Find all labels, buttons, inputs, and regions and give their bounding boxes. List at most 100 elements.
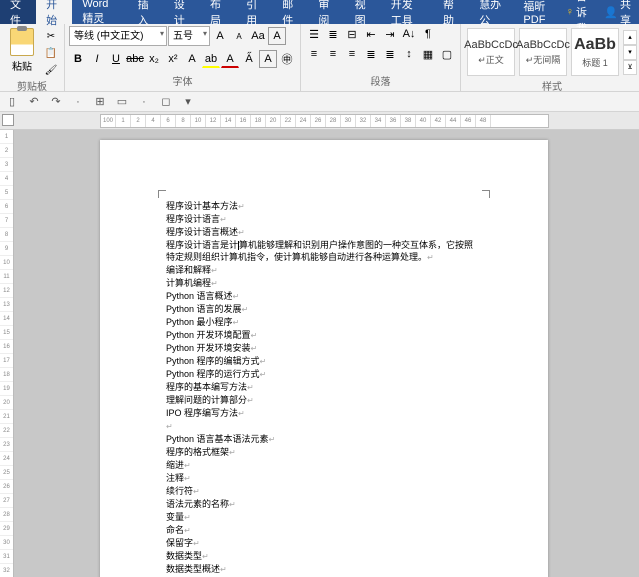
document-line[interactable]: Python 最小程序: [166, 316, 482, 329]
format-painter-button[interactable]: 🖌: [42, 62, 60, 78]
superscript-button[interactable]: x²: [164, 50, 182, 68]
shrink-font-button[interactable]: A: [230, 27, 248, 45]
bullets-button[interactable]: ☰: [305, 26, 323, 42]
tab-huiban[interactable]: 慧办公: [469, 0, 513, 24]
document-line[interactable]: Python 开发环境配置: [166, 329, 482, 342]
document-line[interactable]: 保留字: [166, 537, 482, 550]
tab-devtools[interactable]: 开发工具: [381, 0, 433, 24]
sort-button[interactable]: A↓: [400, 26, 418, 42]
borders-button[interactable]: ▢: [438, 46, 456, 62]
tab-design[interactable]: 设计: [164, 0, 200, 24]
align-left-button[interactable]: ≡: [305, 46, 323, 62]
font-size-select[interactable]: 五号: [168, 26, 210, 46]
shading-button[interactable]: ▦: [419, 46, 437, 62]
tab-insert[interactable]: 插入: [128, 0, 164, 24]
document-line[interactable]: 变量: [166, 511, 482, 524]
copy-button[interactable]: 📋: [42, 45, 60, 61]
style-nospace[interactable]: AaBbCcDc ↵无间隔: [519, 28, 567, 76]
document-line[interactable]: 数据类型概述: [166, 563, 482, 576]
tab-view[interactable]: 视图: [345, 0, 381, 24]
highlight-button[interactable]: ab: [202, 50, 220, 68]
align-right-button[interactable]: ≡: [343, 46, 361, 62]
document-line[interactable]: Python 程序的运行方式: [166, 368, 482, 381]
document-line[interactable]: 理解问题的计算部分: [166, 394, 482, 407]
document-line[interactable]: 编译和解释: [166, 264, 482, 277]
decrease-indent-button[interactable]: ⇤: [362, 26, 380, 42]
style-heading1[interactable]: AaBb 标题 1: [571, 28, 619, 76]
phonetic-button[interactable]: A̋: [240, 50, 258, 68]
redo-button[interactable]: ↷: [48, 94, 64, 110]
document-line[interactable]: Python 语言基本语法元素: [166, 433, 482, 446]
document-line[interactable]: [166, 420, 482, 433]
tab-references[interactable]: 引用: [236, 0, 272, 24]
document-line[interactable]: 续行符: [166, 485, 482, 498]
tab-pdf[interactable]: 福昕PDF: [513, 0, 565, 24]
document-line[interactable]: 计算机编程: [166, 277, 482, 290]
document-line[interactable]: 程序设计语言: [166, 213, 482, 226]
document-line[interactable]: Python 语言概述: [166, 290, 482, 303]
clipboard-group-label: 剪贴板: [4, 78, 60, 94]
grow-font-button[interactable]: A: [211, 27, 229, 45]
italic-button[interactable]: I: [88, 50, 106, 68]
undo-button[interactable]: ↶: [26, 94, 42, 110]
subscript-button[interactable]: x₂: [145, 50, 163, 68]
text-effects-button[interactable]: A: [183, 50, 201, 68]
cut-button[interactable]: ✂: [42, 28, 60, 44]
ruler-corner[interactable]: [2, 114, 14, 126]
document-line[interactable]: Python 程序的编辑方式: [166, 355, 482, 368]
document-line[interactable]: IPO 程序编写方法: [166, 407, 482, 420]
font-name-select[interactable]: 等线 (中文正文): [69, 26, 167, 46]
style-normal[interactable]: AaBbCcDc ↵正文: [467, 28, 515, 76]
numbering-button[interactable]: ≣: [324, 26, 342, 42]
tab-review[interactable]: 审阅: [308, 0, 344, 24]
enclose-button[interactable]: ㊥: [278, 50, 296, 68]
document-line[interactable]: 程序设计基本方法: [166, 200, 482, 213]
tab-help[interactable]: 帮助: [433, 0, 469, 24]
increase-indent-button[interactable]: ⇥: [381, 26, 399, 42]
document-line[interactable]: Python 语言的发展: [166, 303, 482, 316]
font-color-button[interactable]: A: [221, 50, 239, 68]
horizontal-ruler[interactable]: 1001246810121416182022242628303234363840…: [100, 114, 549, 128]
qat-tool2[interactable]: ▭: [114, 94, 130, 110]
clear-format-button[interactable]: A: [268, 27, 286, 45]
tab-file[interactable]: 文件: [0, 0, 36, 24]
justify-button[interactable]: ≣: [362, 46, 380, 62]
tab-mail[interactable]: 邮件: [272, 0, 308, 24]
tab-wordessence[interactable]: Word精灵: [72, 0, 127, 24]
qat-sep: ·: [70, 94, 86, 110]
strike-button[interactable]: abc: [126, 50, 144, 68]
styles-more-button[interactable]: ⊻: [623, 60, 637, 75]
tab-layout[interactable]: 布局: [200, 0, 236, 24]
distribute-button[interactable]: ≣: [381, 46, 399, 62]
multilevel-button[interactable]: ⊟: [343, 26, 361, 42]
document-line[interactable]: 语法元素的名称: [166, 498, 482, 511]
change-case-button[interactable]: Aa: [249, 27, 267, 45]
qat-more[interactable]: ▾: [180, 94, 196, 110]
font-group-label: 字体: [69, 73, 296, 89]
char-border-button[interactable]: A: [259, 50, 277, 68]
paste-button[interactable]: 粘贴: [12, 58, 32, 73]
tab-home[interactable]: 开始: [36, 0, 72, 24]
bold-button[interactable]: B: [69, 50, 87, 68]
styles-up-button[interactable]: ▴: [623, 30, 637, 45]
styles-down-button[interactable]: ▾: [623, 45, 637, 60]
document-line[interactable]: Python 开发环境安装: [166, 342, 482, 355]
show-marks-button[interactable]: ¶: [419, 26, 437, 42]
underline-button[interactable]: U: [107, 50, 125, 68]
document-line[interactable]: 注释: [166, 472, 482, 485]
qat-tool1[interactable]: ⊞: [92, 94, 108, 110]
document-line[interactable]: 程序设计语言概述: [166, 226, 482, 239]
document-area[interactable]: 1234567891011121314151617181920212223242…: [0, 130, 639, 577]
vertical-ruler[interactable]: 1234567891011121314151617181920212223242…: [0, 130, 14, 577]
document-line[interactable]: 程序的格式框架: [166, 446, 482, 459]
document-line[interactable]: 缩进: [166, 459, 482, 472]
document-line[interactable]: 程序设计语言是计算机能够理解和识别用户操作意图的一种交互体系，它按照特定规则组织…: [166, 239, 482, 264]
document-line[interactable]: 数据类型: [166, 550, 482, 563]
qat-tool3[interactable]: ◻: [158, 94, 174, 110]
align-center-button[interactable]: ≡: [324, 46, 342, 62]
document-line[interactable]: 程序的基本编写方法: [166, 381, 482, 394]
text-cursor: [238, 241, 239, 250]
line-spacing-button[interactable]: ↕: [400, 46, 418, 62]
qat-handle[interactable]: ▯: [4, 94, 20, 110]
document-line[interactable]: 命名: [166, 524, 482, 537]
